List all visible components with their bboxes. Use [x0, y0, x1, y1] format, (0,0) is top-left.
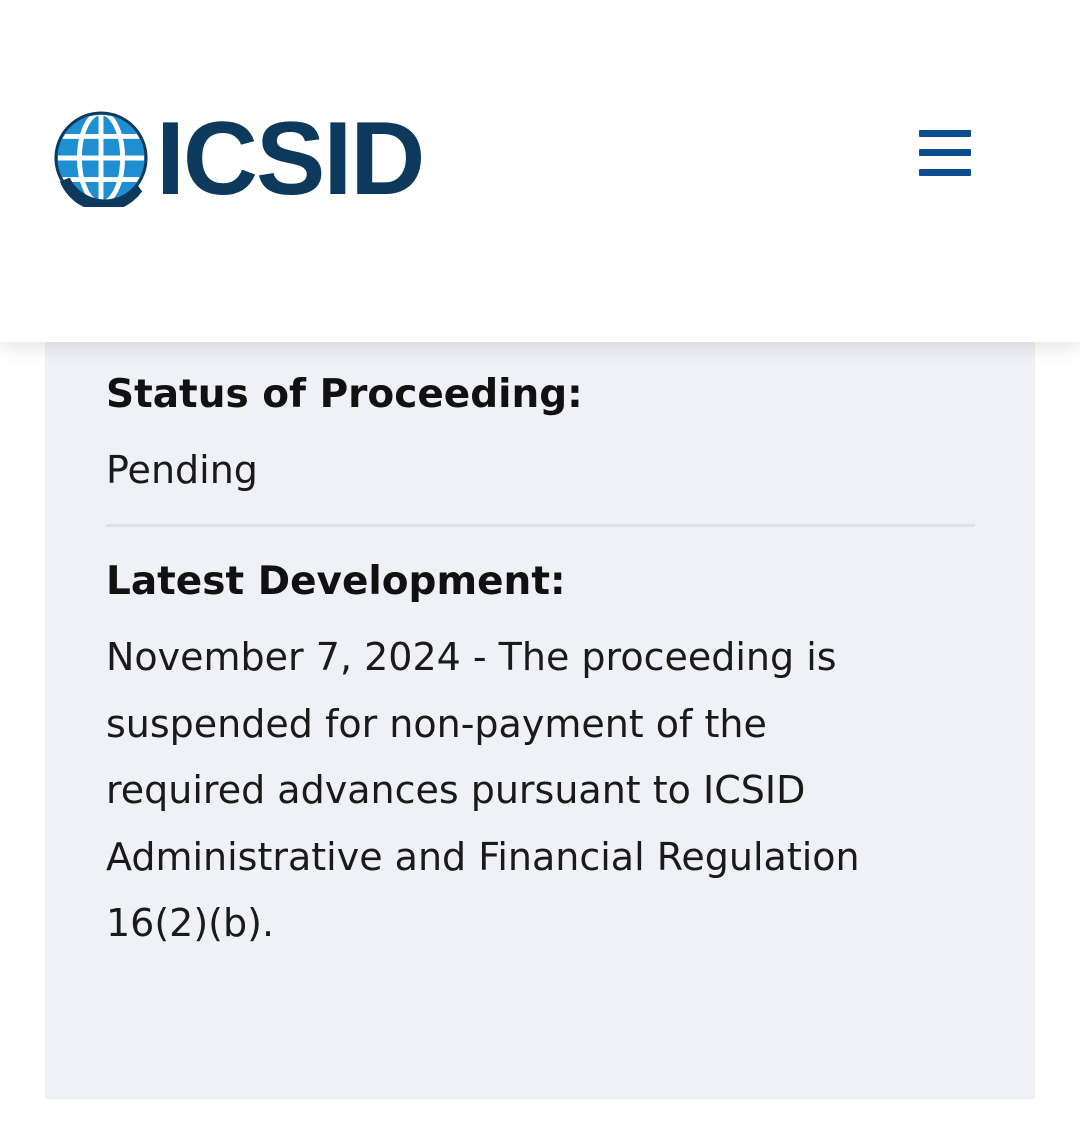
latest-development-line: 16(2)(b).: [106, 901, 275, 945]
menu-button[interactable]: [912, 124, 978, 182]
icsid-logo[interactable]: ICSID: [52, 101, 425, 217]
logo-wordmark: ICSID: [156, 101, 425, 217]
latest-development-line: November 7, 2024 - The proceeding is: [106, 635, 837, 679]
globe-icon: [54, 111, 148, 207]
latest-development-label: Latest Development:: [106, 559, 566, 604]
status-value: Pending: [106, 448, 258, 492]
divider: [106, 524, 975, 527]
site-header: ICSID: [0, 0, 1080, 342]
case-details-card: Status of Proceeding: Pending Latest Dev…: [45, 300, 1035, 1099]
latest-development-line: Administrative and Financial Regulation: [106, 835, 860, 879]
latest-development-line: required advances pursuant to ICSID: [106, 768, 806, 812]
latest-development-line: suspended for non-payment of the: [106, 702, 767, 746]
status-label: Status of Proceeding:: [106, 372, 583, 417]
